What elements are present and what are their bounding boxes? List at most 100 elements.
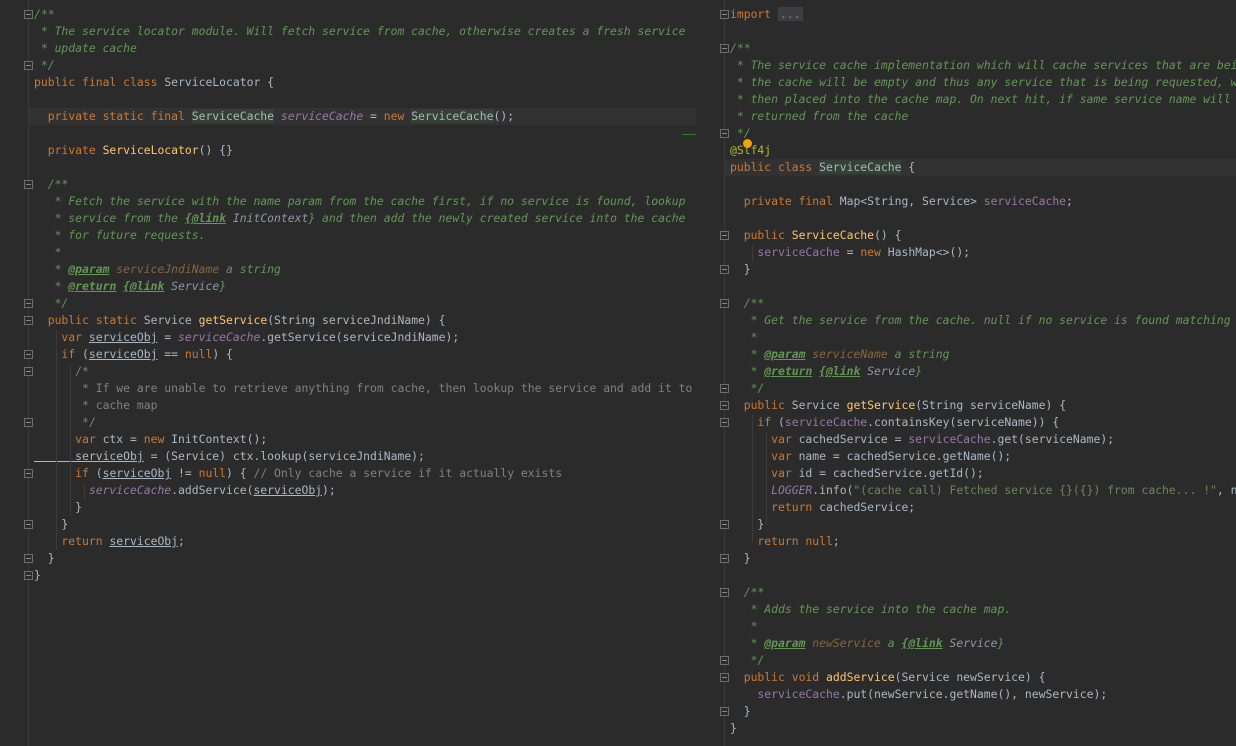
code-line[interactable]: public static Service getService(String … [34, 312, 446, 329]
fold-toggle-icon[interactable] [24, 316, 33, 325]
code-line[interactable]: * update cache [34, 40, 137, 57]
fold-toggle-icon[interactable] [720, 554, 729, 563]
code-line[interactable]: var name = cachedService.getName(); [730, 448, 1011, 465]
fold-toggle-icon[interactable] [720, 265, 729, 274]
code-line[interactable]: } [730, 703, 751, 720]
fold-toggle-icon[interactable] [720, 588, 729, 597]
fold-toggle-icon[interactable] [720, 129, 729, 138]
fold-toggle-icon[interactable] [24, 469, 33, 478]
code-line[interactable]: } [34, 550, 55, 567]
code-line[interactable]: } [34, 516, 68, 533]
fold-toggle-icon[interactable] [720, 384, 729, 393]
code-line[interactable]: * The service locator module. Will fetch… [34, 23, 686, 40]
fold-toggle-icon[interactable] [24, 299, 33, 308]
code-line[interactable]: /** [730, 295, 765, 312]
code-line[interactable]: if (serviceCache.containsKey(serviceName… [730, 414, 1059, 431]
fold-toggle-icon[interactable] [720, 10, 729, 19]
code-line[interactable]: * If we are unable to retrieve anything … [34, 380, 696, 397]
fold-toggle-icon[interactable] [24, 554, 33, 563]
code-line[interactable]: * for future requests. [34, 227, 206, 244]
code-line[interactable]: */ [730, 380, 765, 397]
code-line[interactable]: public Service getService(String service… [730, 397, 1066, 414]
code-line[interactable]: } [730, 720, 737, 737]
code-line[interactable]: var id = cachedService.getId(); [730, 465, 984, 482]
code-line[interactable]: * then placed into the cache map. On nex… [730, 91, 1236, 108]
code-line[interactable]: serviceCache = new HashMap<>(); [730, 244, 970, 261]
code-line[interactable]: * @param serviceJndiName a string [34, 261, 281, 278]
code-line[interactable]: * @param newService a {@link Service} [730, 635, 1005, 652]
code-line[interactable]: import ... [730, 6, 803, 23]
code-line[interactable]: * @param serviceName a string [730, 346, 950, 363]
code-line[interactable]: * service from the {@link InitContext} a… [34, 210, 686, 227]
code-line[interactable]: } [34, 567, 41, 584]
fold-toggle-icon[interactable] [720, 656, 729, 665]
code-line[interactable]: serviceObj = (Service) ctx.lookup(servic… [34, 448, 425, 465]
fold-toggle-icon[interactable] [24, 350, 33, 359]
code-line[interactable]: @Slf4j [730, 142, 771, 159]
code-line[interactable]: if (serviceObj == null) { [34, 346, 232, 363]
code-line[interactable]: /** [730, 40, 751, 57]
code-line[interactable]: if (serviceObj != null) { // Only cache … [34, 465, 562, 482]
code-line[interactable]: */ [34, 414, 96, 431]
code-line[interactable]: return null; [730, 533, 839, 550]
code-line[interactable]: * returned from the cache [730, 108, 908, 125]
code-line[interactable]: */ [34, 295, 69, 312]
right-editor-pane[interactable]: import ... /** * The service cache implem… [696, 0, 1236, 746]
code-line[interactable]: * [730, 618, 758, 635]
code-line[interactable]: */ [34, 57, 55, 74]
code-line[interactable]: private static final ServiceCache servic… [34, 108, 514, 125]
code-line[interactable]: * Get the service from the cache. null i… [730, 312, 1236, 329]
code-line[interactable]: } [34, 499, 82, 516]
code-line[interactable]: public final class ServiceLocator { [34, 74, 274, 91]
code-line[interactable]: serviceCache.put(newService.getName(), n… [730, 686, 1107, 703]
code-line[interactable]: * cache map [34, 397, 157, 414]
fold-toggle-icon[interactable] [24, 418, 33, 427]
code-line[interactable]: * [730, 329, 758, 346]
fold-toggle-icon[interactable] [720, 44, 729, 53]
code-line[interactable]: } [730, 550, 751, 567]
code-line[interactable]: public void addService(Service newServic… [730, 669, 1046, 686]
fold-toggle-icon[interactable] [24, 61, 33, 70]
code-line[interactable]: /** [730, 584, 765, 601]
code-line[interactable]: } [730, 261, 751, 278]
fold-toggle-icon[interactable] [24, 367, 33, 376]
code-line[interactable]: /* [34, 363, 89, 380]
fold-toggle-icon[interactable] [720, 707, 729, 716]
code-line[interactable]: * Fetch the service with the name param … [34, 193, 686, 210]
code-line[interactable]: /** [34, 6, 55, 23]
code-token: serviceJndiName [109, 262, 220, 276]
code-line[interactable]: return cachedService; [730, 499, 915, 516]
fold-toggle-icon[interactable] [24, 180, 33, 189]
code-line[interactable]: var cachedService = serviceCache.get(ser… [730, 431, 1114, 448]
code-line[interactable]: var ctx = new InitContext(); [34, 431, 267, 448]
fold-toggle-icon[interactable] [720, 673, 729, 682]
fold-toggle-icon[interactable] [720, 520, 729, 529]
fold-toggle-icon[interactable] [720, 231, 729, 240]
code-token: /** [34, 177, 69, 191]
code-line[interactable]: * Adds the service into the cache map. [730, 601, 1012, 618]
code-line[interactable]: public class ServiceCache { [730, 159, 915, 176]
code-line[interactable]: serviceCache.addService(serviceObj); [34, 482, 336, 499]
fold-toggle-icon[interactable] [24, 10, 33, 19]
code-line[interactable]: */ [730, 125, 751, 142]
code-line[interactable]: } [730, 516, 764, 533]
code-line[interactable]: * The service cache implementation which… [730, 57, 1236, 74]
code-line[interactable]: * the cache will be empty and thus any s… [730, 74, 1236, 91]
code-line[interactable]: * @return {@link Service} [730, 363, 923, 380]
code-line[interactable]: */ [730, 652, 765, 669]
fold-toggle-icon[interactable] [24, 571, 33, 580]
fold-toggle-icon[interactable] [720, 401, 729, 410]
code-line[interactable]: LOGGER.info("(cache call) Fetched servic… [730, 482, 1236, 499]
code-line[interactable]: private ServiceLocator() {} [34, 142, 233, 159]
fold-toggle-icon[interactable] [720, 299, 729, 308]
code-line[interactable]: public ServiceCache() { [730, 227, 902, 244]
left-editor-pane[interactable]: /** * The service locator module. Will f… [0, 0, 696, 746]
code-line[interactable]: private final Map<String, Service> servi… [730, 193, 1073, 210]
code-line[interactable]: * [34, 244, 62, 261]
code-token: a string [887, 347, 950, 361]
fold-toggle-icon[interactable] [24, 520, 33, 529]
fold-toggle-icon[interactable] [720, 418, 729, 427]
code-line[interactable]: * @return {@link Service} [34, 278, 227, 295]
code-line[interactable]: var serviceObj = serviceCache.getService… [34, 329, 459, 346]
code-line[interactable]: /** [34, 176, 69, 193]
